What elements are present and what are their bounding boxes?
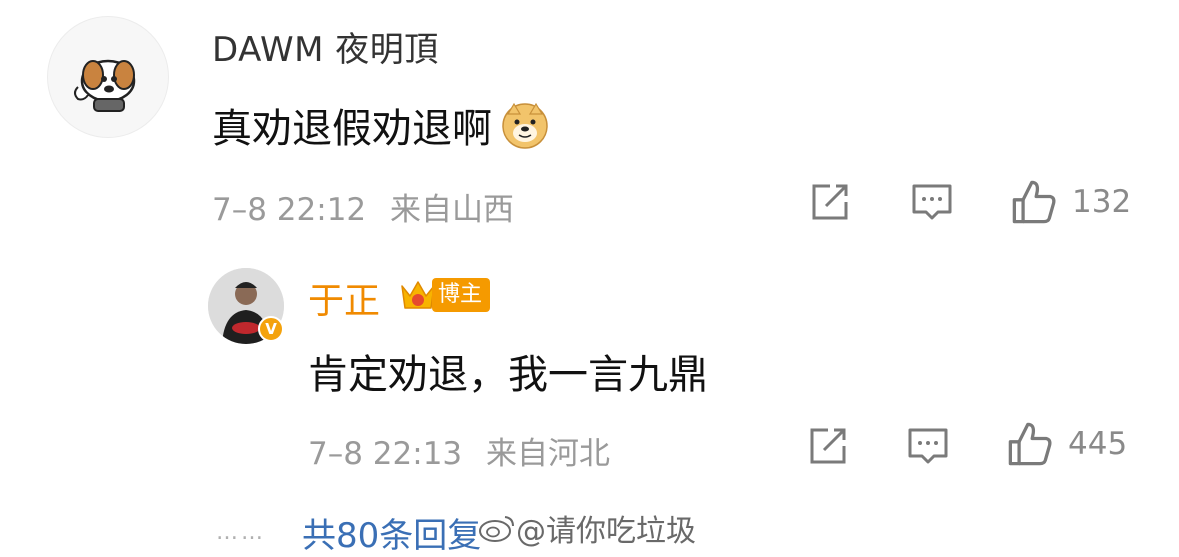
share-button[interactable]	[808, 180, 852, 228]
comment-meta: 7–8 22:12 来自山西	[212, 184, 514, 229]
host-badge: 博主	[398, 276, 491, 314]
reply-location: 来自河北	[486, 436, 610, 472]
comment-location: 来自山西	[390, 192, 514, 228]
dots-divider: ……	[216, 520, 266, 545]
like-count: 132	[1072, 184, 1132, 220]
more-replies-label: 共80条回复	[302, 516, 482, 556]
share-edit-icon	[812, 184, 848, 220]
comment-text: 真劝退假劝退啊	[212, 96, 550, 154]
comment-time: 7–8 22:12	[212, 192, 367, 228]
comment-icon	[908, 428, 948, 464]
doge-emoji-icon	[502, 102, 548, 149]
weibo-logo-icon	[479, 516, 514, 542]
reply-like-count: 445	[1068, 426, 1128, 462]
more-replies-link[interactable]: …… 共80条回复	[216, 508, 481, 557]
like-button[interactable]: 132	[1010, 178, 1131, 226]
watermark: @请你吃垃圾	[478, 506, 696, 550]
host-badge-label: 博主	[432, 278, 491, 312]
reply-like-button[interactable]: 445	[1006, 420, 1127, 468]
watermark-text: @请你吃垃圾	[516, 514, 696, 549]
comment-button[interactable]	[910, 180, 954, 228]
share-edit-icon	[810, 428, 846, 464]
reply-time: 7–8 22:13	[308, 436, 463, 472]
reply-username[interactable]: 于正	[308, 272, 380, 324]
avatar[interactable]	[47, 16, 169, 138]
thumbs-up-icon	[1012, 180, 1056, 224]
reply-comment-button[interactable]	[906, 424, 950, 472]
comment-icon	[912, 184, 952, 220]
reply-share-button[interactable]	[806, 424, 850, 472]
reply-text: 肯定劝退，我一言九鼎	[308, 352, 708, 398]
comment-username[interactable]: DAWM 夜明頂	[212, 22, 439, 71]
reply-meta: 7–8 22:13 来自河北	[308, 428, 610, 473]
thumbs-up-icon	[1008, 422, 1052, 466]
dog-avatar-icon	[74, 59, 136, 112]
verified-v-icon: V	[258, 316, 284, 342]
comment-text-content: 真劝退假劝退啊	[212, 106, 492, 152]
